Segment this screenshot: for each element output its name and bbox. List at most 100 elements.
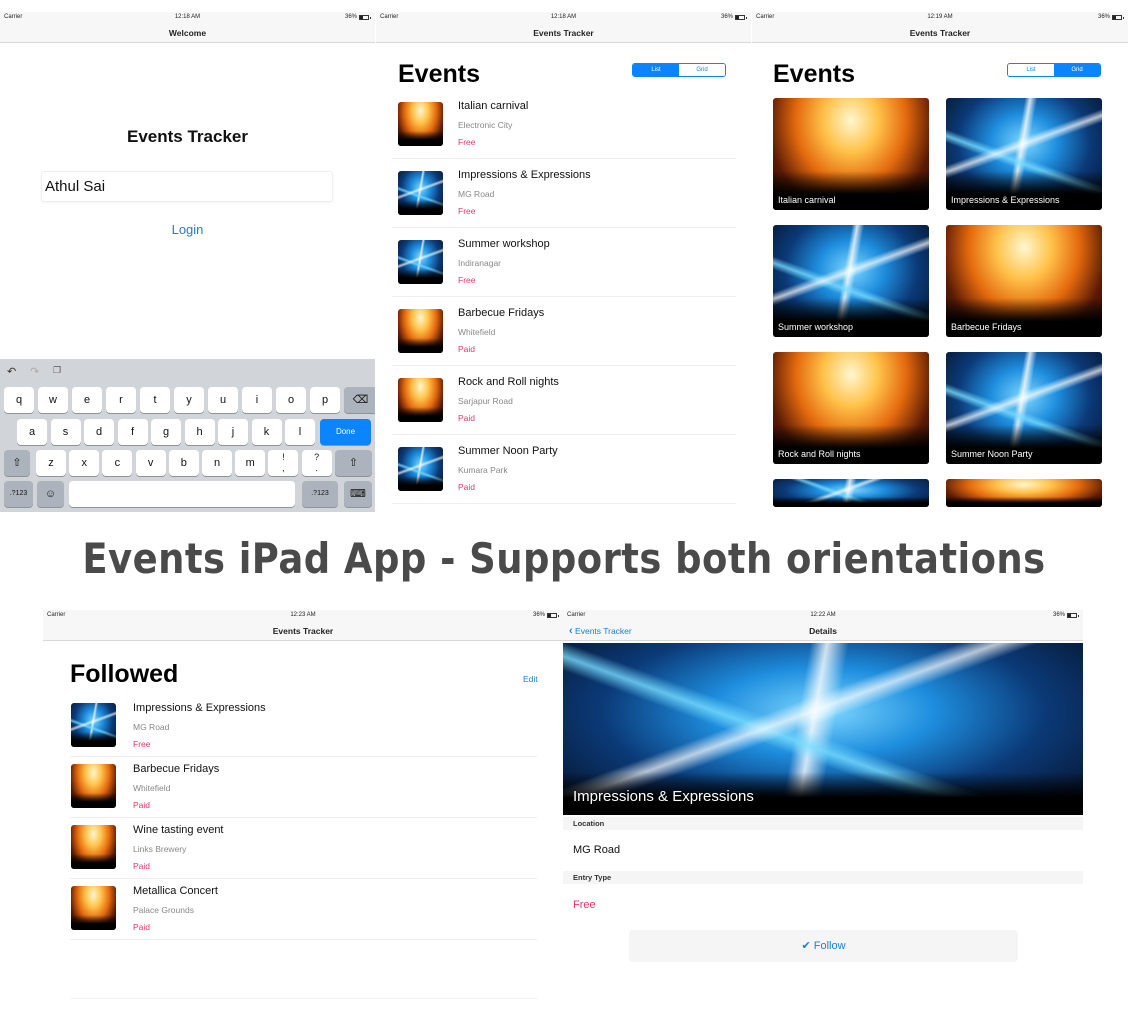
event-card[interactable]: Italian carnival (773, 98, 929, 210)
event-thumbnail (71, 703, 116, 747)
segment-list[interactable]: List (633, 64, 679, 76)
nav-bar: Events Tracker (752, 23, 1128, 43)
battery-icon (1112, 14, 1124, 20)
event-card[interactable]: Summer workshop (773, 225, 929, 337)
segment-grid[interactable]: Grid (679, 64, 725, 76)
list-item[interactable]: Impressions & Expressions MG Road Free (392, 159, 736, 228)
key-j[interactable]: j (218, 419, 248, 445)
key-p[interactable]: p (310, 387, 340, 413)
list-item[interactable]: Metallica Concert Palace Grounds Paid (70, 879, 537, 940)
numbers-key-left[interactable]: .?123 (4, 481, 33, 507)
list-item[interactable]: Barbecue Fridays Whitefield Paid (392, 297, 736, 366)
event-card[interactable]: Impressions & Expressions (946, 98, 1102, 210)
battery-icon (359, 14, 371, 20)
segment-grid[interactable]: Grid (1054, 64, 1100, 76)
key-m[interactable]: m (235, 450, 266, 476)
status-time: 12:19 AM (927, 14, 953, 20)
done-key[interactable]: Done (320, 419, 371, 445)
view-segmented-control: List Grid (1007, 63, 1101, 77)
space-bar[interactable] (69, 481, 295, 507)
key-u[interactable]: u (208, 387, 238, 413)
location-section-header: Location (563, 817, 1083, 830)
key-f[interactable]: f (117, 419, 148, 445)
event-price: Free (458, 206, 476, 216)
nav-title: Details (809, 626, 837, 636)
event-title: Barbecue Fridays (133, 763, 220, 775)
nav-bar: Events Tracker (376, 23, 751, 43)
view-segmented-control: List Grid (632, 63, 726, 77)
key-g[interactable]: g (151, 419, 181, 445)
key-!,[interactable]: ! , (268, 450, 299, 476)
key-q[interactable]: q (4, 387, 34, 413)
key-x[interactable]: x (69, 450, 100, 476)
shift-key-left[interactable]: ⇧ (4, 450, 30, 476)
key-b[interactable]: b (168, 450, 199, 476)
key-c[interactable]: c (102, 450, 133, 476)
login-button[interactable]: Login (0, 222, 375, 237)
crowd-silhouette (398, 199, 443, 215)
key-?.[interactable]: ? . (301, 450, 332, 476)
delete-key[interactable]: ⌫ (344, 387, 375, 413)
shift-key-right[interactable]: ⇧ (335, 450, 372, 476)
event-price: Paid (458, 344, 476, 354)
key-w[interactable]: w (38, 387, 68, 413)
status-time: 12:22 AM (810, 612, 836, 618)
event-card[interactable] (773, 479, 929, 507)
hide-keyboard-key[interactable]: ⌨ (344, 481, 372, 507)
key-s[interactable]: s (50, 419, 81, 445)
event-location: Electronic City (458, 120, 513, 130)
list-item[interactable]: Impressions & Expressions MG Road Free (70, 696, 537, 757)
event-card-title: Italian carnival (778, 195, 836, 205)
event-card[interactable]: Rock and Roll nights (773, 352, 929, 464)
list-divider (71, 998, 537, 999)
key-h[interactable]: h (184, 419, 215, 445)
crowd-silhouette (398, 406, 443, 422)
shift-icon: ⇧ (348, 457, 359, 469)
key-r[interactable]: r (106, 387, 136, 413)
undo-icon[interactable]: ↶ (7, 365, 16, 378)
nav-title: Events Tracker (909, 28, 971, 38)
list-item[interactable]: Wine tasting event Links Brewery Paid (70, 818, 537, 879)
list-item[interactable]: Summer Noon Party Kumara Park Paid (392, 435, 736, 504)
location-value: MG Road (573, 844, 621, 856)
key-v[interactable]: v (135, 450, 166, 476)
redo-icon[interactable]: ↷ (30, 365, 39, 378)
back-button[interactable]: ‹ Events Tracker (569, 621, 632, 641)
key-z[interactable]: z (36, 450, 66, 476)
name-field[interactable]: Athul Sai (41, 171, 333, 202)
event-location: Indiranagar (458, 258, 502, 268)
event-card[interactable] (946, 479, 1102, 507)
emoji-key[interactable]: ☺ (37, 481, 64, 507)
key-i[interactable]: i (242, 387, 272, 413)
key-l[interactable]: l (285, 419, 315, 445)
event-card[interactable]: Barbecue Fridays (946, 225, 1102, 337)
key-d[interactable]: d (84, 419, 114, 445)
key-k[interactable]: k (251, 419, 282, 445)
edit-button[interactable]: Edit (523, 674, 538, 684)
key-t[interactable]: t (140, 387, 170, 413)
key-e[interactable]: e (72, 387, 102, 413)
key-y[interactable]: y (174, 387, 204, 413)
list-item[interactable]: Barbecue Fridays Whitefield Paid (70, 757, 537, 818)
battery-percent: 36% (344, 14, 357, 20)
list-item[interactable]: Italian carnival Electronic City Free (392, 90, 736, 159)
event-thumbnail (398, 102, 443, 146)
list-item[interactable]: Summer workshop Indiranagar Free (392, 228, 736, 297)
battery-percent: 36% (1097, 14, 1110, 20)
battery-percent: 36% (532, 612, 545, 618)
key-n[interactable]: n (202, 450, 232, 476)
event-card[interactable]: Summer Noon Party (946, 352, 1102, 464)
crowd-silhouette (71, 914, 116, 930)
paste-icon[interactable]: ❐ (53, 365, 61, 376)
follow-button[interactable]: ✔ Follow (629, 930, 1018, 962)
list-item[interactable]: Rock and Roll nights Sarjapur Road Paid (392, 366, 736, 435)
event-thumbnail (398, 171, 443, 215)
key-a[interactable]: a (17, 419, 47, 445)
key-o[interactable]: o (276, 387, 306, 413)
name-field-value: Athul Sai (45, 178, 106, 195)
event-card-title: Impressions & Expressions (951, 195, 1060, 205)
event-title: Impressions & Expressions (458, 169, 591, 181)
event-price: Free (458, 275, 476, 285)
segment-list[interactable]: List (1008, 64, 1054, 76)
numbers-key-right[interactable]: .?123 (302, 481, 338, 507)
